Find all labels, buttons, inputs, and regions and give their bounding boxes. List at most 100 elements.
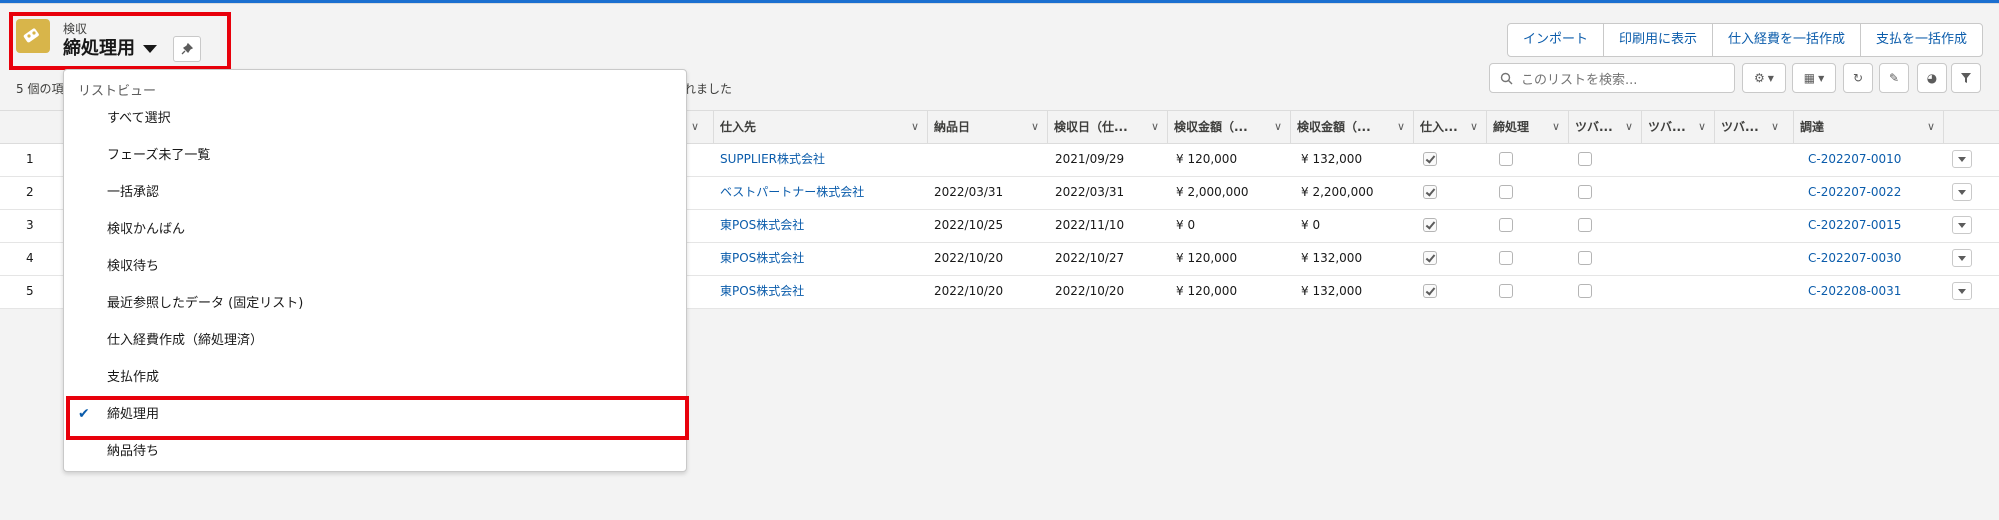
search-placeholder: このリストを検索... [1521,72,1638,88]
column-header-supplier[interactable]: 仕入先 ∨ [713,111,927,143]
closing-checkbox [1499,152,1513,166]
supplier-link[interactable]: ベストパートナー株式会社 [720,177,864,208]
row-number-header [0,111,63,143]
column-header-delivery-date[interactable]: 納品日 ∨ [927,111,1047,143]
list-view-option[interactable]: 一括承認 [64,174,686,211]
procurement-link[interactable]: C-202207-0030 [1808,243,1901,274]
inspection-amount: ¥ 0 [1176,218,1196,232]
action-button-group: インポート 印刷用に表示 仕入経費を一括作成 支払を一括作成 [1506,23,1983,57]
list-view-option[interactable]: 検収待ち [64,248,686,285]
tsuba-checkbox [1578,152,1592,166]
column-header-tsuba-2[interactable]: ツバ... ∨ [1641,111,1714,143]
tsuba-checkbox [1578,218,1592,232]
hidden-column-header[interactable]: ∨ [687,111,707,143]
refresh-button[interactable]: ↻ [1843,63,1873,93]
row-number: 3 [26,218,34,232]
chevron-down-icon: ∨ [1396,120,1405,133]
table-icon: ▦ [1803,71,1816,85]
procurement-link[interactable]: C-202207-0010 [1808,144,1901,175]
row-action-button[interactable] [1952,216,1972,234]
row-number: 1 [26,152,34,166]
inspection-date: 2022/03/31 [1055,185,1125,199]
filter-icon [1961,73,1971,83]
chevron-down-icon: ∨ [1551,120,1560,133]
purchase-checkbox [1423,251,1437,265]
supplier-link[interactable]: 東POS株式会社 [720,276,804,307]
dropdown-heading: リストビュー [78,84,157,99]
column-header-inspection-amount[interactable]: 検収金額（... ∨ [1167,111,1290,143]
filter-button[interactable] [1951,63,1981,93]
delivery-date: 2022/10/25 [934,218,1004,232]
inspection-date: 2022/10/27 [1055,251,1125,265]
tsuba-checkbox [1578,284,1592,298]
inspection-amount-tax: ¥ 0 [1301,218,1321,232]
supplier-link[interactable]: 東POS株式会社 [720,210,804,241]
closing-checkbox [1499,251,1513,265]
inspection-amount: ¥ 2,000,000 [1176,185,1249,199]
column-header-tsuba-3[interactable]: ツバ... ∨ [1714,111,1787,143]
edit-list-button[interactable]: ✎ [1879,63,1909,93]
inspection-date: 2022/11/10 [1055,218,1125,232]
item-count-text: 5 個の項 [16,82,64,96]
list-settings-button[interactable]: ⚙ ▼ [1742,63,1786,93]
inspection-amount-tax: ¥ 132,000 [1301,251,1363,265]
row-number: 5 [26,284,34,298]
procurement-link[interactable]: C-202207-0022 [1808,177,1901,208]
chevron-down-icon: ∨ [1469,120,1478,133]
bulk-create-expense-button[interactable]: 仕入経費を一括作成 [1713,24,1861,56]
pencil-icon: ✎ [1888,71,1900,85]
row-action-button[interactable] [1952,282,1972,300]
search-icon [1500,72,1513,84]
bulk-create-payment-button[interactable]: 支払を一括作成 [1861,24,1982,56]
supplier-link[interactable]: 東POS株式会社 [720,243,804,274]
procurement-link[interactable]: C-202207-0015 [1808,210,1901,241]
closing-checkbox [1499,185,1513,199]
list-view-option[interactable]: フェーズ未了一覧 [64,137,686,174]
item-count-tail: れました [684,82,733,96]
print-view-button[interactable]: 印刷用に表示 [1604,24,1713,56]
column-header-inspection-amount-tax[interactable]: 検収金額（... ∨ [1290,111,1413,143]
highlight-box-selected-option [66,396,689,440]
inspection-date: 2022/10/20 [1055,284,1125,298]
row-number: 2 [26,185,34,199]
display-as-button[interactable]: ▦ ▼ [1792,63,1836,93]
chevron-down-icon: ∨ [1030,120,1039,133]
row-action-button[interactable] [1952,183,1972,201]
list-view-option[interactable]: 仕入経費作成（締処理済） [64,322,686,359]
supplier-link[interactable]: SUPPLIER株式会社 [720,144,825,175]
chevron-down-icon: ▼ [1818,73,1825,83]
charts-button[interactable]: ◕ [1917,63,1947,93]
import-button[interactable]: インポート [1508,24,1604,56]
list-search-input[interactable]: このリストを検索... [1489,63,1735,93]
column-header-procurement[interactable]: 調達 ∨ [1793,111,1943,143]
chevron-down-icon: ∨ [1150,120,1159,133]
tsuba-checkbox [1578,251,1592,265]
row-action-button[interactable] [1952,150,1972,168]
list-view-option[interactable]: 支払作成 [64,359,686,396]
pie-chart-icon: ◕ [1926,71,1938,85]
chevron-down-icon: ∨ [1624,120,1633,133]
purchase-checkbox [1423,185,1437,199]
list-view-option[interactable]: 最近参照したデータ (固定リスト) [64,285,686,322]
row-number: 4 [26,251,34,265]
chevron-down-icon: ∨ [1273,120,1282,133]
column-header-purchase[interactable]: 仕入... ∨ [1413,111,1486,143]
highlight-box-header [9,12,231,70]
list-view-option[interactable]: 検収かんばん [64,211,686,248]
tsuba-checkbox [1578,185,1592,199]
closing-checkbox [1499,218,1513,232]
column-header-inspection-date[interactable]: 検収日（仕... ∨ [1047,111,1167,143]
refresh-icon: ↻ [1852,71,1864,85]
gear-icon: ⚙ [1754,71,1765,85]
purchase-checkbox [1423,152,1437,166]
delivery-date: 2022/10/20 [934,284,1004,298]
column-header-tsuba-1[interactable]: ツバ... ∨ [1568,111,1641,143]
procurement-link[interactable]: C-202208-0031 [1808,276,1901,307]
list-view-option[interactable]: すべて選択 [64,100,686,137]
inspection-amount-tax: ¥ 2,200,000 [1301,185,1374,199]
purchase-checkbox [1423,218,1437,232]
column-header-closing[interactable]: 締処理 ∨ [1486,111,1568,143]
row-action-button[interactable] [1952,249,1972,267]
chevron-down-icon: ∨ [1770,120,1779,133]
chevron-down-icon: ▼ [1767,73,1774,83]
